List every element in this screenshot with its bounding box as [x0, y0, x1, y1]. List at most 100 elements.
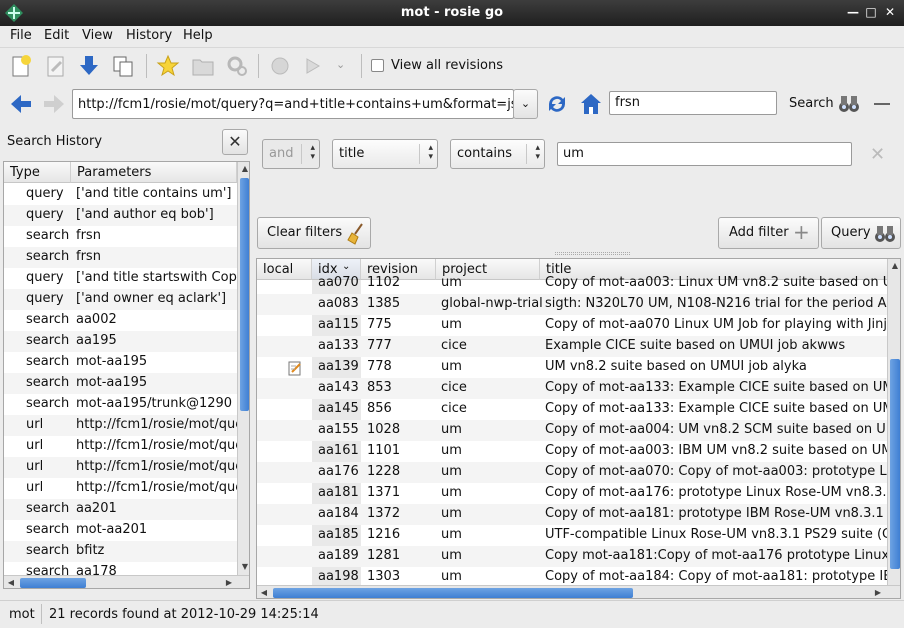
table-row[interactable]: aa161 1101 um Copy of mot-aa003: IBM UM vn8… — [257, 441, 892, 462]
search-input[interactable]: frsn — [609, 91, 777, 115]
history-row[interactable]: url http://fcm1/rosie/mot/query — [4, 436, 249, 457]
address-dropdown-icon[interactable]: ⌄ — [513, 89, 538, 119]
operator-select[interactable]: contains ▴ ▾ — [450, 139, 545, 169]
maximize-icon[interactable]: □ — [864, 5, 878, 19]
menu-file[interactable]: File — [10, 28, 32, 43]
cell-idx: aa176 — [318, 464, 359, 479]
settings-icon[interactable] — [225, 54, 249, 78]
forward-icon[interactable] — [42, 93, 66, 115]
table-row[interactable]: aa176 1228 um Copy of mot-aa070: Copy of mo… — [257, 462, 898, 483]
menu-edit[interactable]: Edit — [44, 28, 69, 43]
field-select[interactable]: title ▴ ▾ — [332, 139, 438, 169]
table-row[interactable]: aa185 1216 um UTF-compatible Linux Rose-UM … — [257, 525, 899, 546]
history-type: search — [26, 522, 70, 537]
menu-help[interactable]: Help — [183, 28, 213, 43]
history-row[interactable]: search mot-aa195 — [4, 352, 237, 373]
history-row[interactable]: search aa201 — [4, 499, 237, 520]
broom-icon — [347, 223, 363, 245]
results-scroll-left-icon[interactable]: ◀ — [257, 586, 271, 598]
table-row[interactable]: aa145 856 cice Copy of mot-aa133: Example C… — [257, 399, 900, 420]
table-row[interactable]: aa181 1371 um Copy of mot-aa176: prototype … — [257, 483, 895, 504]
edit-suite-icon[interactable] — [44, 54, 68, 78]
search-button-label[interactable]: Search — [789, 96, 834, 111]
history-params: aa002 — [76, 312, 117, 327]
launch-icon[interactable] — [268, 54, 292, 78]
run-icon[interactable] — [300, 54, 324, 78]
home-icon[interactable] — [579, 92, 603, 116]
table-row[interactable]: aa133 777 cice Example CICE suite based on … — [257, 336, 887, 357]
minimize-icon[interactable]: — — [846, 5, 860, 19]
binoculars-icon[interactable] — [838, 94, 860, 114]
table-row[interactable]: aa189 1281 um Copy mot-aa181:Copy of mot-aa… — [257, 546, 900, 567]
history-row[interactable]: search mot-aa201 — [4, 520, 237, 541]
cell-project: um — [441, 359, 462, 374]
history-row[interactable]: query ['and owner eq aclark'] — [4, 289, 237, 310]
history-vertical-scrollbar[interactable]: ▲ ▼ — [237, 162, 249, 575]
view-all-revisions-checkbox[interactable] — [371, 59, 384, 72]
scroll-right-icon[interactable]: ▶ — [222, 576, 236, 588]
table-row[interactable]: aa139 778 um UM vn8.2 suite based on UMUI j… — [257, 357, 887, 378]
menu-view[interactable]: View — [82, 28, 113, 43]
table-row[interactable]: aa155 1028 um Copy of mot-aa004: UM vn8.2 S… — [257, 420, 897, 441]
history-params: frsn — [76, 228, 101, 243]
history-scroll-thumb[interactable] — [240, 178, 249, 411]
history-row[interactable]: search frsn — [4, 247, 237, 268]
new-suite-icon[interactable] — [9, 54, 33, 78]
table-row[interactable]: aa184 1372 um Copy of mot-aa181: prototype … — [257, 504, 900, 525]
results-scroll-right-icon[interactable]: ▶ — [871, 586, 885, 598]
cell-revision: 1216 — [367, 527, 401, 542]
pane-resize-handle[interactable] — [555, 252, 630, 255]
history-row[interactable]: search aa195 — [4, 331, 237, 352]
table-row[interactable]: aa070 1102 um Copy of mot-aa003: Linux UM v… — [257, 273, 900, 294]
history-row[interactable]: search mot-aa195/trunk@1290 — [4, 394, 237, 415]
back-icon[interactable] — [9, 93, 33, 115]
menu-history[interactable]: History — [126, 28, 172, 43]
table-row[interactable]: aa083 1385 global-nwp-trial sigth: N320L70 … — [257, 294, 900, 315]
history-row[interactable]: query ['and author eq bob'] — [4, 205, 237, 226]
history-row[interactable]: url http://fcm1/rosie/mot/query — [4, 457, 249, 478]
checkout-icon[interactable] — [77, 54, 101, 78]
history-row[interactable]: url http://fcm1/rosie/mot/query — [4, 478, 249, 499]
folder-icon[interactable] — [191, 54, 215, 78]
history-header-type[interactable]: Type — [4, 162, 71, 183]
collapse-icon[interactable] — [874, 103, 890, 105]
history-params: http://fcm1/rosie/mot/query — [76, 459, 250, 474]
history-params: http://fcm1/rosie/mot/query — [76, 438, 250, 453]
history-row[interactable]: query ['and title contains um'] — [4, 184, 237, 205]
results-vertical-scrollbar[interactable]: ▲ — [887, 259, 900, 585]
close-history-button[interactable]: ✕ — [222, 129, 248, 155]
history-row[interactable]: search aa002 — [4, 310, 237, 331]
history-params: mot-aa201 — [76, 522, 148, 537]
history-header-parameters[interactable]: Parameters — [71, 162, 237, 183]
history-row[interactable]: search frsn — [4, 226, 237, 247]
cell-revision: 1281 — [367, 548, 401, 563]
cell-title: UTF-compatible Linux Rose-UM vn8.3.1 PS2… — [545, 527, 900, 542]
copy-suite-icon[interactable] — [111, 54, 135, 78]
close-window-icon[interactable]: ✕ — [883, 5, 897, 19]
scroll-up-icon[interactable]: ▲ — [238, 162, 249, 176]
clear-filters-button[interactable]: Clear filters — [257, 217, 371, 249]
filter-value-input[interactable]: um — [557, 142, 852, 166]
refresh-icon[interactable] — [545, 92, 569, 116]
star-icon[interactable] — [156, 54, 180, 78]
address-input[interactable]: http://fcm1/rosie/mot/query?q=and+title+… — [72, 89, 514, 119]
remove-filter-icon[interactable]: ✕ — [870, 144, 885, 165]
history-row[interactable]: search mot-aa195 — [4, 373, 237, 394]
conjunction-select[interactable]: and ▴ ▾ — [262, 139, 320, 169]
results-hscroll-thumb[interactable] — [273, 588, 633, 598]
history-row[interactable]: search bfitz — [4, 541, 237, 562]
history-row[interactable]: query ['and title startswith Copy'] — [4, 268, 249, 289]
add-filter-button[interactable]: Add filter + — [718, 217, 819, 249]
query-button[interactable]: Query — [821, 217, 901, 249]
scroll-left-icon[interactable]: ◀ — [4, 576, 18, 588]
run-menu-chevron-icon[interactable]: ⌄ — [336, 58, 345, 71]
table-row[interactable]: aa115 775 um Copy of mot-aa070 Linux UM Job… — [257, 315, 900, 336]
results-horizontal-scrollbar[interactable]: ◀ ▶ — [257, 585, 900, 598]
history-horizontal-scrollbar[interactable]: ◀ ▶ — [4, 575, 249, 588]
results-scroll-up-icon[interactable]: ▲ — [888, 259, 900, 273]
history-row[interactable]: url http://fcm1/rosie/mot/query — [4, 415, 249, 436]
history-hscroll-thumb[interactable] — [20, 578, 86, 588]
results-scroll-thumb[interactable] — [890, 359, 900, 569]
scroll-down-icon[interactable]: ▼ — [238, 560, 249, 574]
table-row[interactable]: aa143 853 cice Copy of mot-aa133: Example C… — [257, 378, 900, 399]
